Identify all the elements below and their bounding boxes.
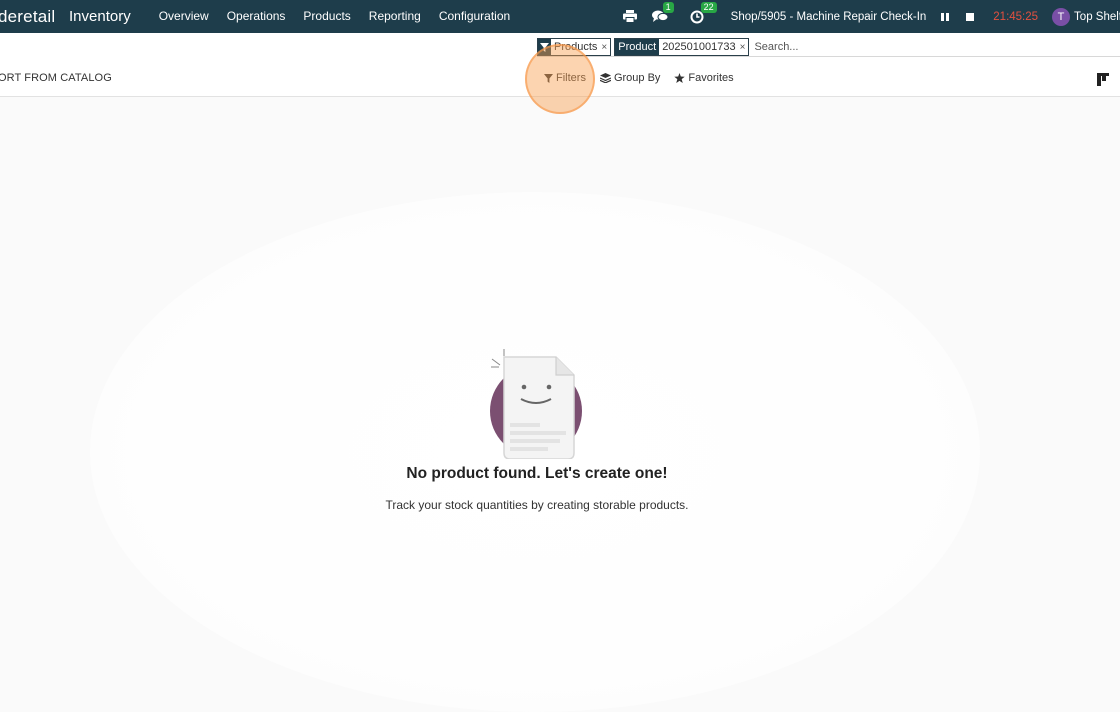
chat-count-badge: 1 <box>662 2 674 13</box>
layers-icon <box>599 73 611 83</box>
facet-remove-icon[interactable]: × <box>600 39 610 55</box>
shop-selector[interactable]: Shop/5905 - Machine Repair Check-In <box>731 11 927 23</box>
facet-product-key: Product <box>615 39 660 55</box>
avatar[interactable]: T <box>1052 7 1071 26</box>
timer-display: 21:45:25 <box>993 10 1039 23</box>
favorites-button[interactable]: Favorites <box>674 72 734 84</box>
menu-products[interactable]: Products <box>294 0 359 33</box>
stop-icon[interactable] <box>965 12 975 22</box>
clock-icon[interactable]: 22 <box>690 1 717 24</box>
facet-product-value: 202501001733 <box>662 41 736 53</box>
menu-configuration[interactable]: Configuration <box>430 0 519 33</box>
empty-state-title: No product found. Let's create one! <box>406 465 668 482</box>
control-panel: Products × Product 202501001733 × ORT FR… <box>0 33 1120 97</box>
search-input[interactable] <box>752 41 1057 53</box>
printer-icon[interactable] <box>622 10 637 23</box>
chat-icon[interactable]: 1 <box>651 2 674 23</box>
facet-remove-icon[interactable]: × <box>739 39 749 55</box>
brand-logo[interactable]: deretail <box>0 7 68 27</box>
filters-label: Filters <box>556 72 586 84</box>
top-navbar: deretail Inventory Overview Operations P… <box>0 0 1120 33</box>
search-facet-product[interactable]: Product 202501001733 × <box>614 38 750 56</box>
kanban-view-icon[interactable] <box>1097 71 1111 86</box>
menu-overview[interactable]: Overview <box>150 0 218 33</box>
empty-state-text: Track your stock quantities by creating … <box>385 498 689 512</box>
search-facet-filter[interactable]: Products × <box>537 38 612 56</box>
filter-icon <box>544 73 553 83</box>
star-icon <box>674 73 686 83</box>
group-by-label: Group By <box>613 72 661 84</box>
empty-document-illustration <box>490 349 582 459</box>
menu-reporting[interactable]: Reporting <box>360 0 430 33</box>
activity-count-badge: 22 <box>700 1 717 13</box>
filters-button[interactable]: Filters <box>544 72 586 84</box>
user-menu[interactable]: Top Shelf <box>1074 11 1120 23</box>
main-menu: Overview Operations Products Reporting C… <box>150 0 520 33</box>
systray: 1 22 Shop/5905 - Machine Repair Check-In… <box>622 0 1120 33</box>
group-by-button[interactable]: Group By <box>599 72 661 84</box>
menu-operations[interactable]: Operations <box>218 0 295 33</box>
facet-filter-icon-box <box>538 39 551 55</box>
app-name[interactable]: Inventory <box>69 8 131 25</box>
search-panel-options: Filters Group By Favorites <box>544 72 748 84</box>
facet-filter-value: Products <box>554 41 598 53</box>
filter-icon <box>540 42 549 52</box>
main-content: No product found. Let's create one! Trac… <box>0 97 1120 712</box>
import-from-catalog-button[interactable]: ORT FROM CATALOG <box>0 72 112 84</box>
pause-icon[interactable] <box>940 12 950 22</box>
favorites-label: Favorites <box>688 72 734 84</box>
search-bar: Products × Product 202501001733 × <box>537 38 1120 57</box>
